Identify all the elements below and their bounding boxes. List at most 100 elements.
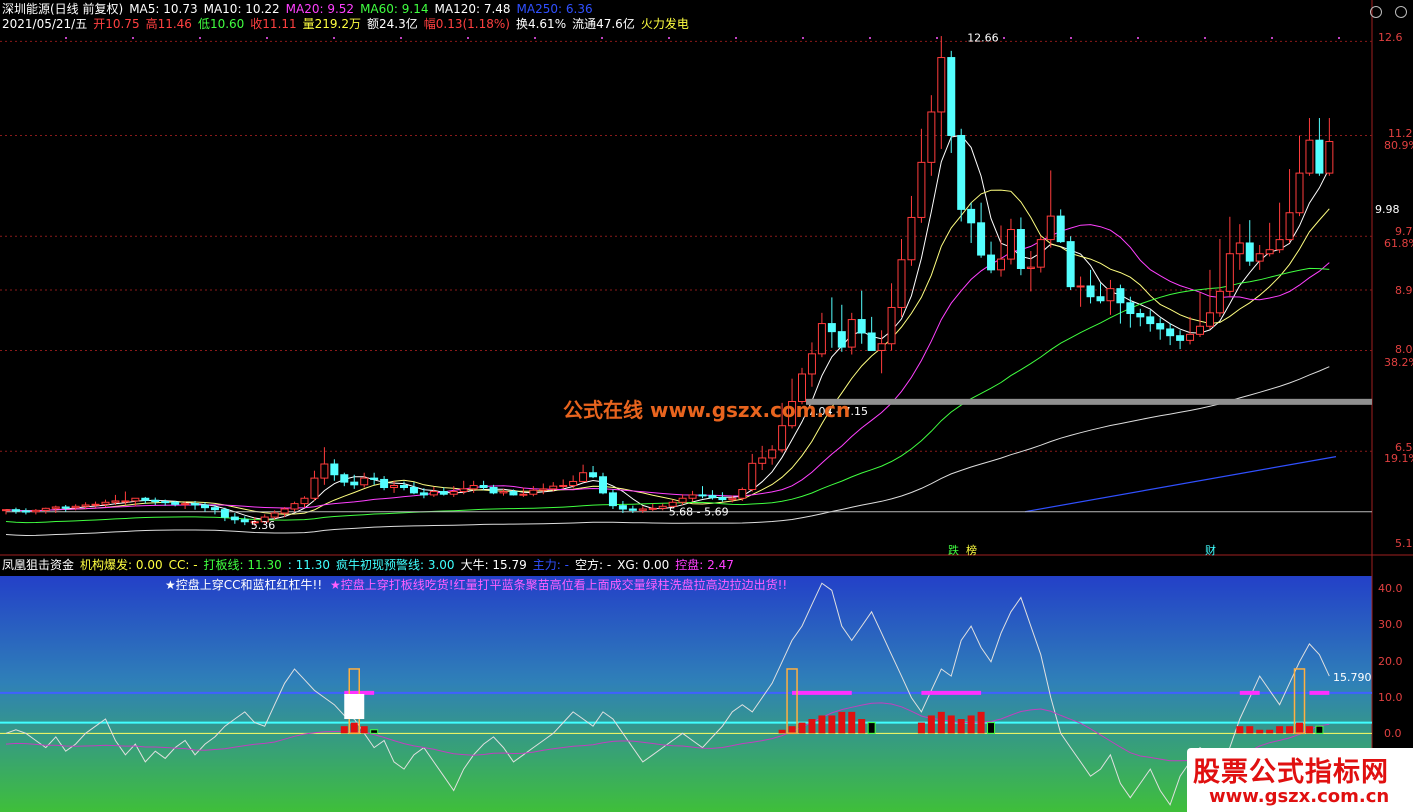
quote-item-3: 低10.60 <box>197 17 245 31</box>
top-dot-18 <box>1271 37 1273 39</box>
candle-body-119 <box>1186 333 1195 341</box>
candle-body-9 <box>91 503 100 506</box>
header-item-2: MA10: 10.22 <box>203 2 280 16</box>
top-dot-7 <box>534 37 536 39</box>
top-dot-11 <box>802 37 804 39</box>
candle-body-111 <box>1106 288 1115 302</box>
candle-body-129 <box>1285 212 1294 241</box>
quote-item-8: 换4.61% <box>515 17 567 31</box>
bar-d-132 <box>1315 725 1324 734</box>
candle-body-103 <box>1026 266 1035 270</box>
candle-body-56 <box>559 484 568 487</box>
bar-d-125 <box>1246 726 1254 734</box>
candle-body-109 <box>1086 285 1095 298</box>
bar-d-130 <box>1296 722 1303 734</box>
candle-body-20 <box>201 504 209 509</box>
bar-b-82 <box>818 715 826 734</box>
top-dot-9 <box>668 37 670 39</box>
bar-c-97 <box>967 715 975 734</box>
bar-b-85 <box>848 711 856 734</box>
bar-c-93 <box>927 715 935 734</box>
top-dot-10 <box>735 37 737 39</box>
close-icon[interactable] <box>1395 6 1407 18</box>
candle-body-108 <box>1076 285 1085 288</box>
candle-body-133 <box>1325 141 1334 174</box>
candle-body-128 <box>1275 239 1284 251</box>
price-annotation-1: 5.68 - 5.69 <box>669 506 729 519</box>
settings-icon[interactable] <box>1369 6 1382 18</box>
top-dot-8 <box>601 37 603 39</box>
candle-body-93 <box>927 111 936 163</box>
candle-body-37 <box>370 477 379 480</box>
candle-body-65 <box>648 507 657 510</box>
corner-ad-url: www.gszx.com.cn <box>1209 786 1390 807</box>
top-dot-5 <box>400 37 402 39</box>
price-label-0: 12.6 <box>1378 31 1403 44</box>
candle-body-78 <box>778 425 787 451</box>
candle-body-35 <box>350 481 359 486</box>
marker-cai: 财 <box>1205 544 1216 557</box>
quote-item-4: 收11.11 <box>250 17 297 31</box>
candle-body-53 <box>529 489 538 495</box>
pct-label-1: 61.8% <box>1384 237 1413 250</box>
sub-label-4: 0.0 <box>1384 727 1402 740</box>
candle-body-87 <box>867 332 876 351</box>
candle-body-117 <box>1166 328 1175 337</box>
candle-body-116 <box>1156 323 1165 330</box>
candle-body-118 <box>1176 335 1185 341</box>
candle-body-61 <box>608 492 617 507</box>
bar-d-124 <box>1236 726 1244 734</box>
indicator-item-1: 机构爆发: 0.00 <box>80 558 163 572</box>
pct-label-0: 80.9% <box>1384 139 1413 152</box>
bar-b-79 <box>788 726 796 734</box>
bar-c-95 <box>947 715 955 734</box>
candle-body-82 <box>817 323 826 355</box>
candle-body-98 <box>977 222 986 256</box>
candle-body-121 <box>1205 312 1214 327</box>
bar-c-98 <box>977 711 985 734</box>
candle-body-91 <box>907 216 916 261</box>
candle-body-63 <box>628 508 637 511</box>
bar-d-131 <box>1305 726 1313 734</box>
top-dot-3 <box>266 37 268 39</box>
candle-body-11 <box>111 500 120 503</box>
candle-body-4 <box>41 507 50 511</box>
watermark: 公式在线 www.gszx.com.cn <box>563 398 851 422</box>
candle-body-22 <box>220 509 229 518</box>
candle-body-30 <box>300 497 309 505</box>
candle-body-105 <box>1046 215 1055 241</box>
indicator-item-7: 主力: - <box>532 558 569 572</box>
candle-body-96 <box>957 134 966 210</box>
candle-body-112 <box>1116 288 1125 304</box>
candle-body-8 <box>81 504 90 507</box>
candle-body-64 <box>638 508 647 511</box>
resistance-band <box>806 398 1372 405</box>
candle-body-1 <box>11 509 20 512</box>
candle-body-6 <box>61 506 70 509</box>
top-dot-12 <box>869 37 871 39</box>
pct-label-2: 38.2% <box>1384 356 1413 369</box>
top-dot-1 <box>132 37 134 39</box>
candle-body-59 <box>589 472 598 478</box>
candle-body-0 <box>2 509 10 512</box>
bar-a-37 <box>370 729 379 734</box>
quote-item-2: 高11.46 <box>145 17 192 31</box>
candle-body-32 <box>320 463 329 479</box>
price-label-2: 9.98 <box>1375 203 1400 216</box>
dainiu-value-label: 15.790 <box>1333 671 1372 684</box>
candle-body-45 <box>449 491 458 495</box>
candle-body-16 <box>161 501 170 504</box>
candle-body-48 <box>479 484 488 489</box>
candle-body-88 <box>877 343 886 351</box>
top-dot-2 <box>199 37 201 39</box>
sub-header: 凤凰狙击资金 机构爆发: 0.00 CC: - 打板线: 11.30: 11.30 疯牛… <box>2 557 740 573</box>
candle-body-43 <box>429 491 438 496</box>
candle-body-40 <box>400 484 408 489</box>
top-dot-19 <box>1338 37 1340 39</box>
candle-body-58 <box>579 472 588 482</box>
candle-body-57 <box>569 480 578 486</box>
bar-a-34 <box>340 726 348 734</box>
candle-body-15 <box>151 499 160 503</box>
candle-body-84 <box>837 331 846 348</box>
quote-item-10: 火力发电 <box>640 17 689 31</box>
